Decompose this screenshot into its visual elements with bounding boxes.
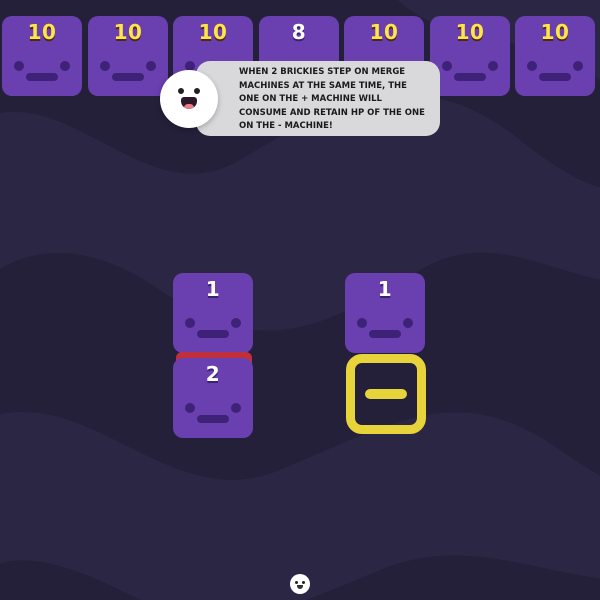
game-stage: 10 10 10 8 10 10 10 1 2 1 WHEN 2 BRICKIES STEP… (0, 0, 600, 600)
brick-hp: 8 (291, 20, 307, 44)
brick-right[interactable]: 1 (345, 273, 425, 353)
brick-hp: 10 (540, 20, 570, 44)
brick-hp: 10 (369, 20, 399, 44)
brick-mouth-icon (539, 73, 571, 81)
brick-eye-icon (231, 318, 241, 328)
tutorial-text: WHEN 2 BRICKIES STEP ON MERGE MACHINES A… (239, 67, 425, 131)
mini-mascot-eye (302, 581, 305, 584)
top-brick[interactable]: 10 (430, 16, 510, 96)
mascot-face-icon (160, 70, 218, 128)
brick-mouth-icon (112, 73, 144, 81)
brick-mouth-icon (26, 73, 58, 81)
mascot-eye (178, 88, 184, 94)
brick-eye-icon (146, 61, 156, 71)
brick-mouth-icon (197, 330, 229, 338)
brick-hp: 2 (205, 362, 221, 386)
mini-mascot-mouth (297, 585, 303, 589)
top-brick[interactable]: 10 (515, 16, 595, 96)
brick-left-bottom[interactable]: 2 (173, 358, 253, 438)
mascot-mouth (181, 97, 197, 109)
brick-eye-icon (231, 403, 241, 413)
brick-eye-icon (527, 61, 537, 71)
brick-hp: 10 (27, 20, 57, 44)
minus-bar (365, 389, 407, 399)
brick-mouth-icon (454, 73, 486, 81)
brick-eye-icon (573, 61, 583, 71)
mini-mascot-eye (295, 581, 298, 584)
minus-machine-icon (346, 354, 426, 434)
brick-eye-icon (488, 61, 498, 71)
mini-mascot-icon[interactable] (290, 574, 310, 594)
brick-left-top[interactable]: 1 (173, 273, 253, 353)
brick-eye-icon (185, 403, 195, 413)
brick-eye-icon (100, 61, 110, 71)
brick-mouth-icon (369, 330, 401, 338)
brick-eye-icon (442, 61, 452, 71)
brick-mouth-icon (197, 415, 229, 423)
top-brick[interactable]: 10 (88, 16, 168, 96)
mascot-eye (194, 88, 200, 94)
brick-hp: 10 (113, 20, 143, 44)
brick-eye-icon (357, 318, 367, 328)
brick-eye-icon (403, 318, 413, 328)
brick-hp: 10 (198, 20, 228, 44)
top-brick[interactable]: 10 (2, 16, 82, 96)
brick-hp: 10 (455, 20, 485, 44)
brick-eye-icon (185, 318, 195, 328)
brick-eye-icon (14, 61, 24, 71)
tutorial-bubble: WHEN 2 BRICKIES STEP ON MERGE MACHINES A… (196, 61, 440, 136)
brick-hp: 1 (377, 277, 393, 301)
brick-hp: 1 (205, 277, 221, 301)
brick-eye-icon (60, 61, 70, 71)
